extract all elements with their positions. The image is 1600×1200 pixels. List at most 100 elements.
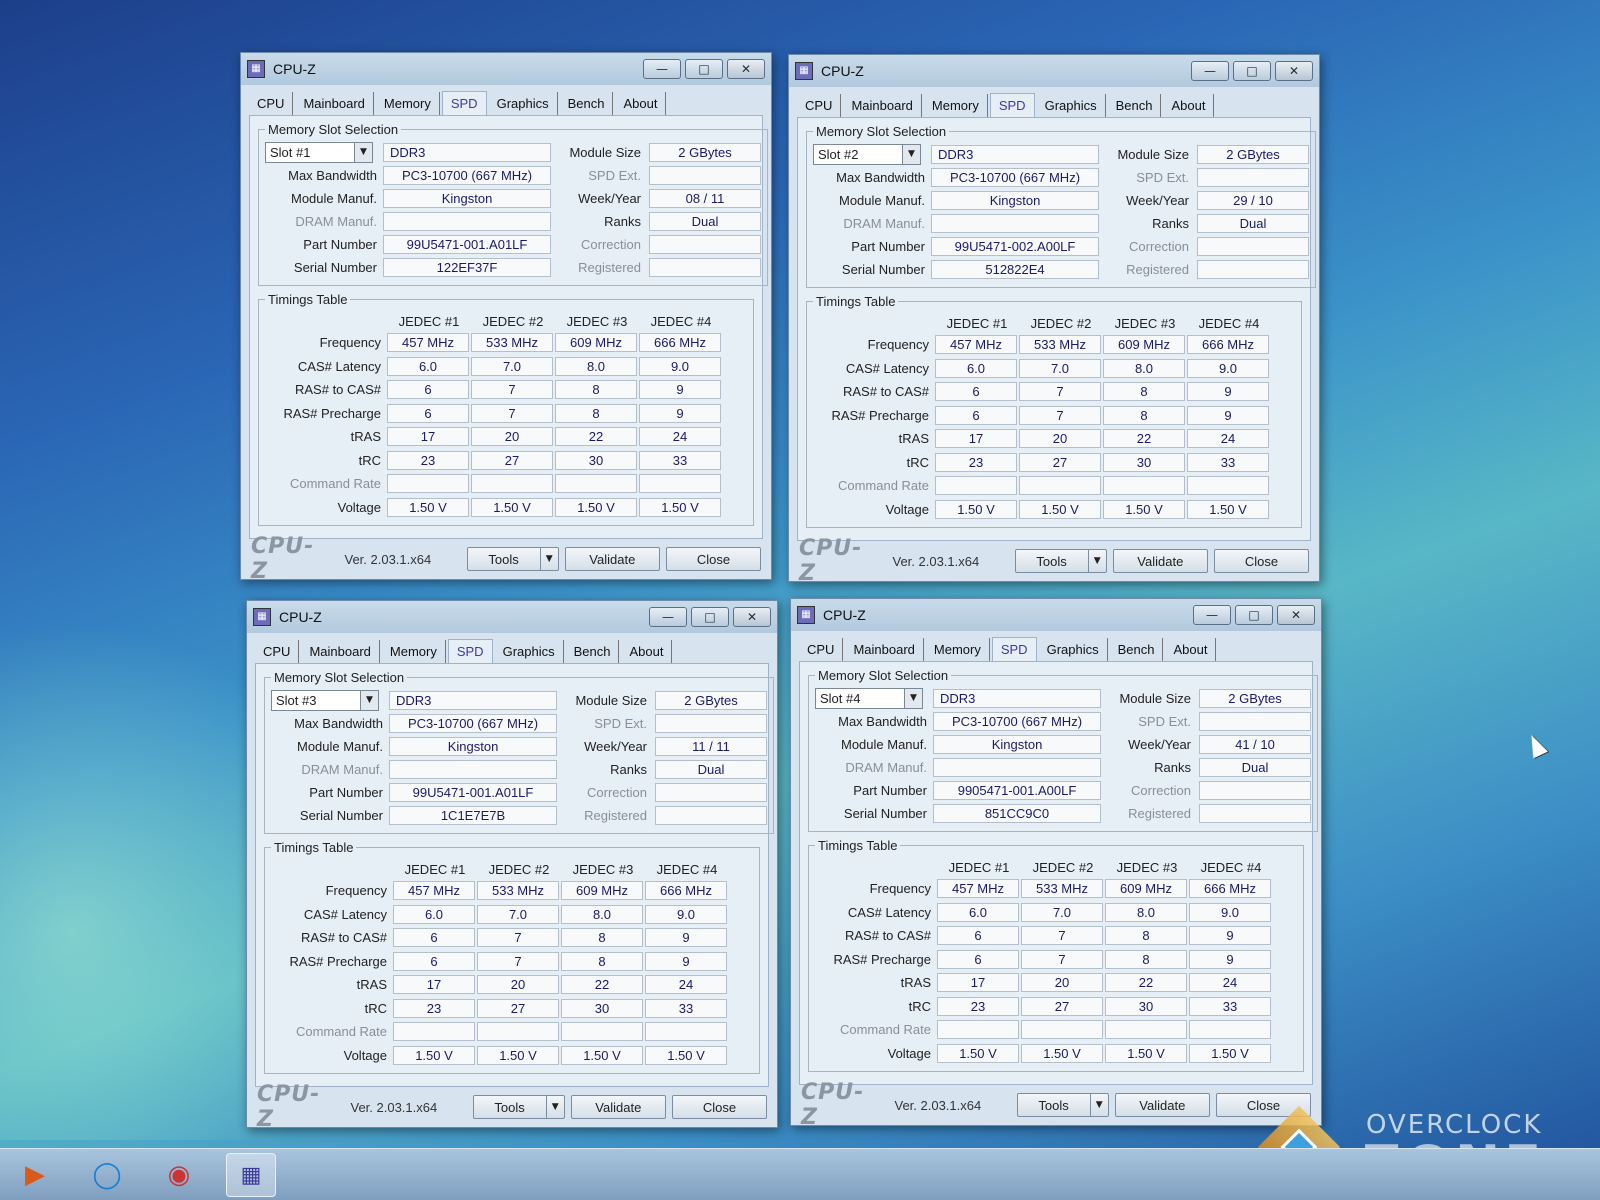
timing-row: Voltage 1.50 V 1.50 V 1.50 V 1.50 V: [265, 496, 747, 520]
tab-spd[interactable]: SPD: [447, 639, 493, 663]
tab-memory[interactable]: Memory: [926, 638, 990, 661]
close-icon[interactable]: ✕: [1275, 61, 1313, 81]
title-bar[interactable]: ▦ CPU-Z — □ ✕: [791, 599, 1321, 631]
tab-bench[interactable]: Bench: [1108, 94, 1162, 117]
validate-button[interactable]: Validate: [1114, 1093, 1210, 1117]
media-player-icon[interactable]: ▶: [10, 1153, 60, 1197]
title-bar[interactable]: ▦ CPU-Z — □ ✕: [789, 55, 1319, 87]
timing-cell: 30: [1103, 452, 1185, 472]
timing-cell: 8.0: [555, 356, 637, 376]
cpuz-brand-logo: CPU-Z: [257, 1082, 321, 1132]
slot-select-value: Slot #1: [270, 145, 311, 160]
close-button[interactable]: Close: [1213, 549, 1309, 573]
cpuz-taskbar-icon[interactable]: ▦: [226, 1152, 276, 1197]
tab-spd[interactable]: SPD: [441, 91, 487, 115]
chevron-down-icon[interactable]: ▼: [539, 548, 558, 570]
tab-memory[interactable]: Memory: [382, 640, 446, 663]
tools-button[interactable]: Tools ▼: [1015, 549, 1107, 573]
tab-mainboard[interactable]: Mainboard: [301, 640, 380, 663]
tab-cpu[interactable]: CPU: [255, 640, 300, 663]
close-icon[interactable]: ✕: [727, 59, 765, 79]
tab-graphics[interactable]: Graphics: [495, 640, 564, 663]
tools-button[interactable]: Tools ▼: [1017, 1093, 1109, 1117]
timing-header: JEDEC #1: [404, 861, 466, 877]
tab-about[interactable]: About: [1165, 638, 1217, 661]
timing-cell: [1021, 1020, 1103, 1040]
tab-bench[interactable]: Bench: [560, 92, 614, 115]
tab-bench[interactable]: Bench: [1110, 638, 1164, 661]
tab-bench[interactable]: Bench: [566, 640, 620, 663]
minimize-icon[interactable]: —: [643, 59, 681, 79]
timing-cell: 20: [1021, 973, 1103, 993]
maximize-icon[interactable]: □: [685, 59, 723, 79]
tab-about[interactable]: About: [1163, 94, 1215, 117]
serial-number-field: 851CC9C0: [933, 804, 1101, 823]
close-button[interactable]: Close: [671, 1095, 767, 1119]
timing-cell: 23: [937, 996, 1019, 1016]
validate-button[interactable]: Validate: [1112, 549, 1208, 573]
title-bar[interactable]: ▦ CPU-Z — □ ✕: [247, 601, 777, 633]
chevron-down-icon[interactable]: ▼: [545, 1096, 564, 1118]
timing-row: Frequency 457 MHz 533 MHz 609 MHz 666 MHz: [265, 331, 747, 355]
chevron-down-icon[interactable]: ▼: [902, 145, 920, 164]
window-footer: CPU-Z Ver. 2.03.1.x64 Tools ▼ Validate C…: [789, 536, 1319, 586]
tab-about[interactable]: About: [621, 640, 673, 663]
timing-cell: 9.0: [645, 904, 727, 924]
close-icon[interactable]: ✕: [733, 607, 771, 627]
chevron-down-icon[interactable]: ▼: [360, 691, 378, 710]
maximize-icon[interactable]: □: [1233, 61, 1271, 81]
chrome-icon[interactable]: ◉: [154, 1153, 204, 1197]
timing-row: RAS# to CAS# 6 7 8 9: [265, 378, 747, 402]
edge-icon[interactable]: ◯: [82, 1153, 132, 1197]
timing-header: JEDEC #3: [566, 313, 628, 329]
timing-cell: 6.0: [937, 902, 1019, 922]
timing-cell: 1.50 V: [561, 1045, 643, 1065]
tools-button-label: Tools: [1036, 553, 1067, 569]
timing-cell: 22: [1105, 973, 1187, 993]
validate-button[interactable]: Validate: [570, 1095, 666, 1119]
tab-mainboard[interactable]: Mainboard: [845, 638, 924, 661]
tab-mainboard[interactable]: Mainboard: [843, 94, 922, 117]
tab-cpu[interactable]: CPU: [797, 94, 842, 117]
dram-manuf-field: [383, 212, 551, 231]
close-button[interactable]: Close: [665, 547, 761, 571]
maximize-icon[interactable]: □: [691, 607, 729, 627]
tab-spd[interactable]: SPD: [989, 93, 1035, 117]
validate-button[interactable]: Validate: [564, 547, 660, 571]
timing-cell: 7: [1019, 405, 1101, 425]
timing-header: JEDEC #3: [1116, 859, 1178, 875]
maximize-icon[interactable]: □: [1235, 605, 1273, 625]
chevron-down-icon[interactable]: ▼: [1087, 550, 1106, 572]
slot-select[interactable]: Slot #4 ▼: [815, 688, 923, 709]
chevron-down-icon[interactable]: ▼: [904, 689, 922, 708]
tab-about[interactable]: About: [615, 92, 667, 115]
minimize-icon[interactable]: —: [1191, 61, 1229, 81]
timing-cell: [393, 1022, 475, 1042]
tab-graphics[interactable]: Graphics: [1037, 94, 1106, 117]
slot-select[interactable]: Slot #3 ▼: [271, 690, 379, 711]
tab-cpu[interactable]: CPU: [249, 92, 294, 115]
minimize-icon[interactable]: —: [649, 607, 687, 627]
tab-spd[interactable]: SPD: [991, 637, 1037, 661]
tab-graphics[interactable]: Graphics: [1039, 638, 1108, 661]
chevron-down-icon[interactable]: ▼: [1089, 1094, 1108, 1116]
timing-row: RAS# Precharge 6 7 8 9: [815, 948, 1297, 972]
tab-memory[interactable]: Memory: [924, 94, 988, 117]
minimize-icon[interactable]: —: [1193, 605, 1231, 625]
close-icon[interactable]: ✕: [1277, 605, 1315, 625]
tab-graphics[interactable]: Graphics: [489, 92, 558, 115]
tab-cpu[interactable]: CPU: [799, 638, 844, 661]
tab-mainboard[interactable]: Mainboard: [295, 92, 374, 115]
title-bar[interactable]: ▦ CPU-Z — □ ✕: [241, 53, 771, 85]
slot-select[interactable]: Slot #1 ▼: [265, 142, 373, 163]
tools-button[interactable]: Tools ▼: [467, 547, 559, 571]
chevron-down-icon[interactable]: ▼: [354, 143, 372, 162]
timing-cell: 7: [477, 928, 559, 948]
timing-cell: 457 MHz: [937, 879, 1019, 899]
timing-cell: 24: [1189, 973, 1271, 993]
memory-type-field: DDR3: [931, 145, 1099, 164]
slot-select[interactable]: Slot #2 ▼: [813, 144, 921, 165]
tools-button[interactable]: Tools ▼: [473, 1095, 565, 1119]
timing-row-label: RAS# Precharge: [831, 407, 929, 423]
tab-memory[interactable]: Memory: [376, 92, 440, 115]
